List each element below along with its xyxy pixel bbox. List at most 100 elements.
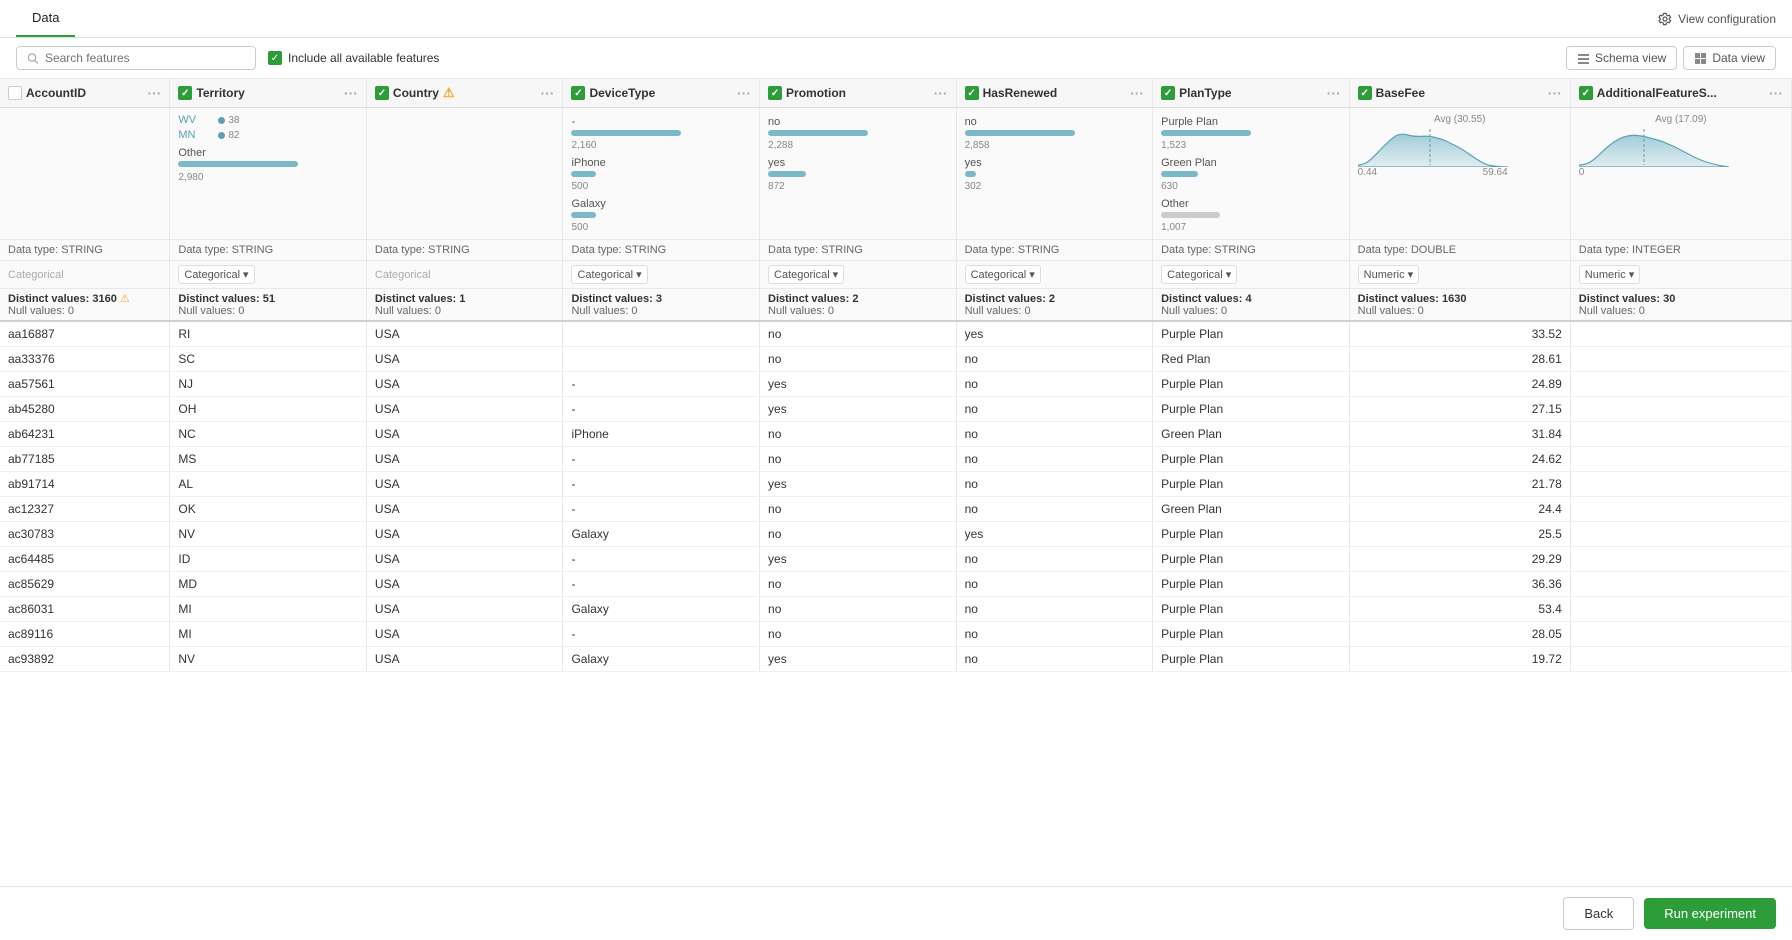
col-header-basefee: ✓ BaseFee ···	[1349, 79, 1570, 108]
col-header-accountid: AccountID ···	[0, 79, 170, 108]
col-menu-hasrenewed[interactable]: ···	[1130, 85, 1144, 101]
cell-basefee: 25.5	[1349, 522, 1570, 547]
col-check-plantype[interactable]: ✓	[1161, 86, 1175, 100]
cell-plantype: Purple Plan	[1153, 647, 1350, 672]
cell-basefee: 28.05	[1349, 622, 1570, 647]
col-check-promotion[interactable]: ✓	[768, 86, 782, 100]
stats-plantype: Purple Plan 1,523 Green Plan 630 Other 1…	[1153, 108, 1350, 240]
col-menu-country[interactable]: ···	[540, 85, 554, 101]
stats-territory: WV 38 MN 82 Other 2,980	[170, 108, 367, 240]
cell-basefee: 24.89	[1349, 372, 1570, 397]
data-table-container[interactable]: AccountID ··· ✓ Territory ··· ✓	[0, 79, 1792, 881]
cell-plantype: Purple Plan	[1153, 447, 1350, 472]
cell-accountid: ac85629	[0, 572, 170, 597]
back-button[interactable]: Back	[1563, 897, 1634, 930]
cell-basefee: 53.4	[1349, 597, 1570, 622]
col-menu-territory[interactable]: ···	[344, 85, 358, 101]
col-menu-promotion[interactable]: ···	[934, 85, 948, 101]
stats-hasrenewed: no 2,858 yes 302	[956, 108, 1153, 240]
col-header-territory: ✓ Territory ···	[170, 79, 367, 108]
cell-plantype: Purple Plan	[1153, 572, 1350, 597]
col-menu-devicetype[interactable]: ···	[737, 85, 751, 101]
cell-hasrenewed: no	[956, 397, 1153, 422]
cell-hasrenewed: no	[956, 372, 1153, 397]
toolbar-left: ✓ Include all available features	[16, 46, 439, 70]
cell-plantype: Purple Plan	[1153, 522, 1350, 547]
table-row: ac89116 MI USA - no no Purple Plan 28.05	[0, 622, 1792, 647]
category-type-row: Categorical Categorical ▾ Categorical Ca…	[0, 261, 1792, 289]
cell-country: USA	[366, 447, 563, 472]
col-header-additionalfeatures: ✓ AdditionalFeatureS... ···	[1570, 79, 1791, 108]
table-row: ac86031 MI USA Galaxy no no Purple Plan …	[0, 597, 1792, 622]
col-check-territory[interactable]: ✓	[178, 86, 192, 100]
table-row: aa16887 RI USA no yes Purple Plan 33.52	[0, 321, 1792, 347]
ctype-select-plantype[interactable]: Categorical ▾	[1161, 265, 1237, 284]
cell-hasrenewed: no	[956, 647, 1153, 672]
ctype-select-basefee[interactable]: Numeric ▾	[1358, 265, 1419, 284]
ctype-select-promotion[interactable]: Categorical ▾	[768, 265, 844, 284]
col-check-additionalfeatures[interactable]: ✓	[1579, 86, 1593, 100]
cell-promotion: no	[760, 597, 957, 622]
stats-promotion: no 2,288 yes 872	[760, 108, 957, 240]
cell-plantype: Purple Plan	[1153, 547, 1350, 572]
cell-additionalfeatures	[1570, 572, 1791, 597]
distinct-devicetype: Distinct values: 3 Null values: 0	[563, 289, 760, 322]
cell-territory: NV	[170, 647, 367, 672]
ctype-country: Categorical	[366, 261, 563, 289]
cell-hasrenewed: no	[956, 622, 1153, 647]
col-header-promotion: ✓ Promotion ···	[760, 79, 957, 108]
distinct-row: Distinct values: 3160 ⚠ Null values: 0 D…	[0, 289, 1792, 322]
cell-hasrenewed: yes	[956, 321, 1153, 347]
col-check-devicetype[interactable]: ✓	[571, 86, 585, 100]
data-view-button[interactable]: Data view	[1683, 46, 1776, 70]
cell-territory: SC	[170, 347, 367, 372]
cell-additionalfeatures	[1570, 397, 1791, 422]
view-config-button[interactable]: View configuration	[1658, 12, 1776, 26]
cell-hasrenewed: no	[956, 497, 1153, 522]
cell-promotion: yes	[760, 372, 957, 397]
cell-additionalfeatures	[1570, 321, 1791, 347]
cell-hasrenewed: no	[956, 597, 1153, 622]
ctype-select-additionalfeatures[interactable]: Numeric ▾	[1579, 265, 1640, 284]
cell-accountid: aa33376	[0, 347, 170, 372]
table-row: ab64231 NC USA iPhone no no Green Plan 3…	[0, 422, 1792, 447]
ctype-select-hasrenewed[interactable]: Categorical ▾	[965, 265, 1041, 284]
cell-plantype: Red Plan	[1153, 347, 1350, 372]
warning-icon-country: ⚠	[443, 85, 455, 101]
search-icon	[27, 52, 39, 65]
distinct-territory: Distinct values: 51 Null values: 0	[170, 289, 367, 322]
cell-accountid: ac89116	[0, 622, 170, 647]
cell-basefee: 21.78	[1349, 472, 1570, 497]
cell-promotion: yes	[760, 397, 957, 422]
include-all-checkbox[interactable]: ✓	[268, 51, 282, 65]
cell-territory: RI	[170, 321, 367, 347]
col-menu-basefee[interactable]: ···	[1548, 85, 1562, 101]
ctype-hasrenewed: Categorical ▾	[956, 261, 1153, 289]
cell-additionalfeatures	[1570, 422, 1791, 447]
col-check-country[interactable]: ✓	[375, 86, 389, 100]
tab-data[interactable]: Data	[16, 0, 75, 37]
ctype-select-territory[interactable]: Categorical ▾	[178, 265, 254, 284]
col-check-accountid[interactable]	[8, 86, 22, 100]
cell-basefee: 33.52	[1349, 321, 1570, 347]
col-check-hasrenewed[interactable]: ✓	[965, 86, 979, 100]
col-menu-additionalfeatures[interactable]: ···	[1769, 85, 1783, 101]
col-menu-accountid[interactable]: ···	[147, 85, 161, 101]
stats-bar-row: WV 38 MN 82 Other 2,980	[0, 108, 1792, 240]
cell-hasrenewed: no	[956, 347, 1153, 372]
col-menu-plantype[interactable]: ···	[1327, 85, 1341, 101]
cell-promotion: no	[760, 422, 957, 447]
toolbar-right: Schema view Data view	[1566, 46, 1776, 70]
dtype-country: Data type: STRING	[366, 240, 563, 261]
search-box[interactable]	[16, 46, 256, 70]
schema-view-button[interactable]: Schema view	[1566, 46, 1677, 70]
cell-country: USA	[366, 347, 563, 372]
cell-promotion: yes	[760, 647, 957, 672]
col-check-basefee[interactable]: ✓	[1358, 86, 1372, 100]
ctype-plantype: Categorical ▾	[1153, 261, 1350, 289]
cell-additionalfeatures	[1570, 347, 1791, 372]
cell-additionalfeatures	[1570, 597, 1791, 622]
ctype-select-devicetype[interactable]: Categorical ▾	[571, 265, 647, 284]
search-input[interactable]	[45, 51, 245, 65]
run-experiment-button[interactable]: Run experiment	[1644, 898, 1776, 929]
